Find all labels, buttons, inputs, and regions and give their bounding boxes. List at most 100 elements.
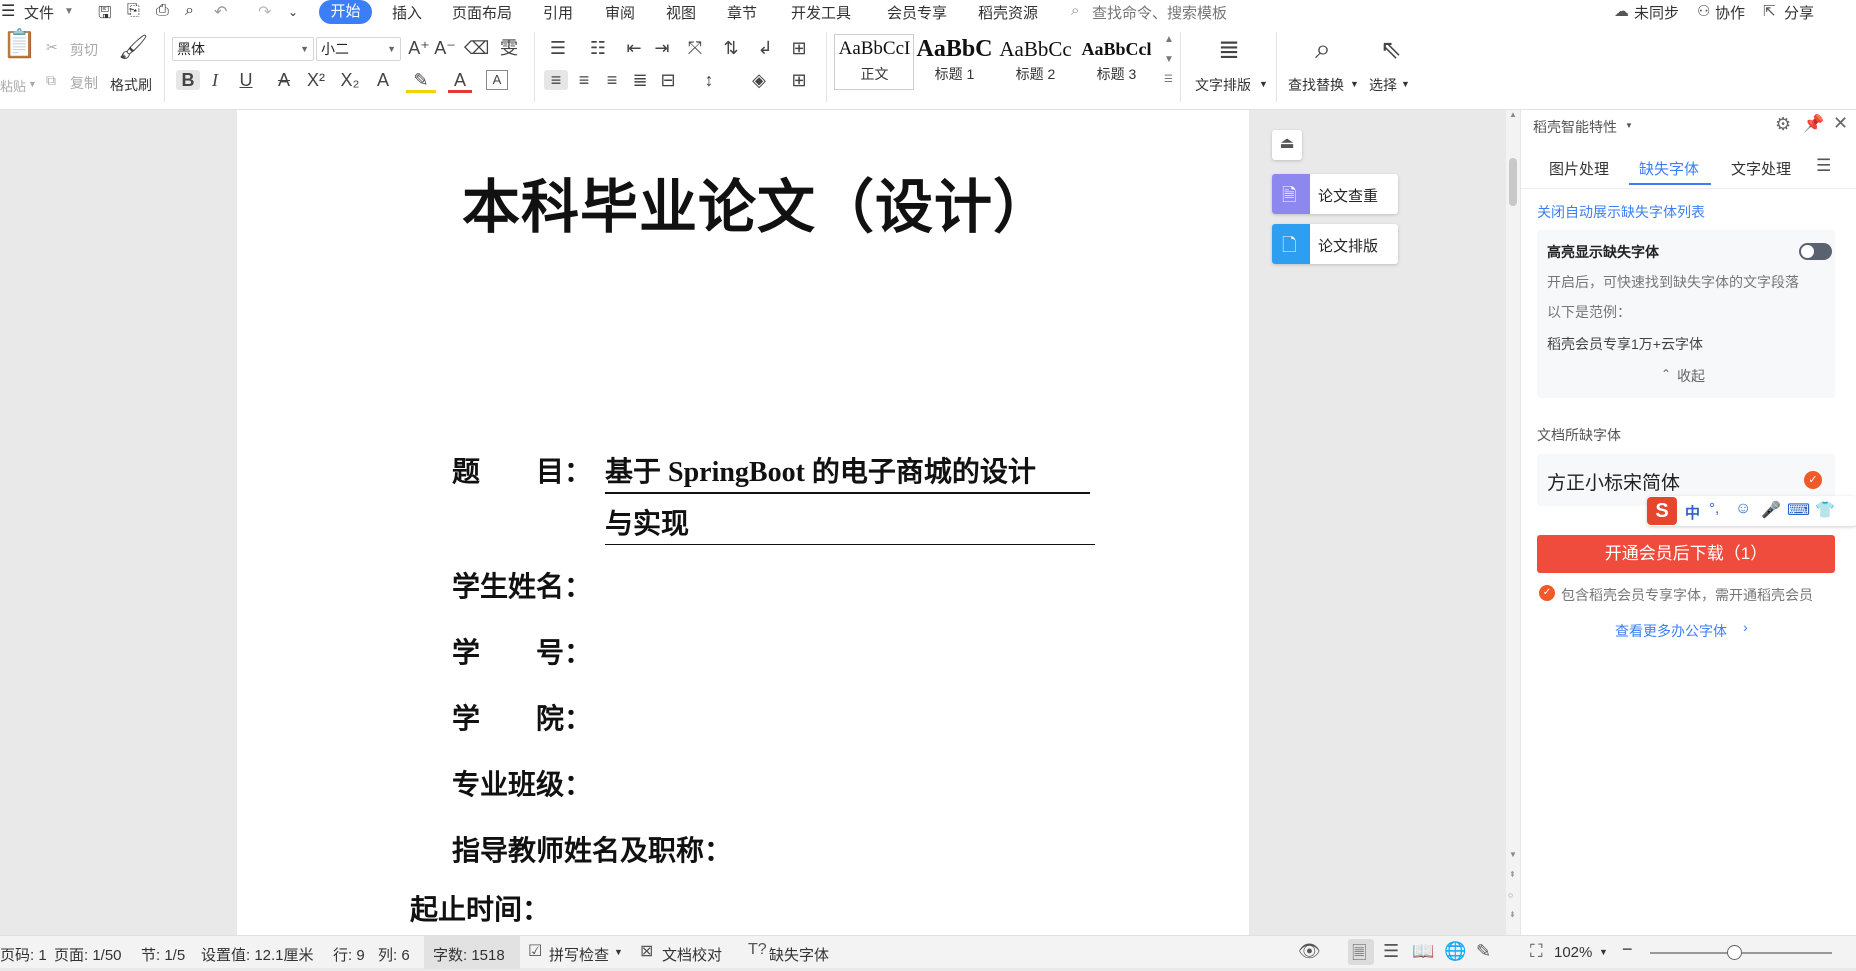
style-heading-2[interactable]: AaBbCc 标题 2: [995, 34, 1076, 90]
tab-stops-icon[interactable]: ⊞: [786, 38, 812, 58]
superscript-icon[interactable]: X²: [302, 70, 330, 90]
text-effect-icon[interactable]: A: [368, 70, 398, 90]
align-right-icon[interactable]: ≡: [600, 70, 624, 90]
missing-fonts-button[interactable]: 缺失字体: [769, 944, 829, 965]
chevron-down-icon[interactable]: ▼: [64, 6, 74, 17]
tab-review[interactable]: 审阅: [605, 2, 635, 23]
italic-icon[interactable]: I: [204, 70, 226, 90]
status-setting-value[interactable]: 设置值: 12.1厘米: [201, 944, 314, 965]
select-button[interactable]: 选择: [1369, 75, 1397, 95]
scroll-up-icon[interactable]: ▲: [1509, 110, 1517, 119]
redo-icon[interactable]: ↷: [258, 2, 271, 22]
sync-status[interactable]: 未同步: [1634, 2, 1679, 23]
doc-proof-button[interactable]: 文档校对: [662, 944, 722, 965]
more-office-fonts-link[interactable]: 查看更多办公字体: [1615, 621, 1727, 641]
align-left-icon[interactable]: ≡: [544, 70, 568, 90]
menu-file[interactable]: 文件: [24, 2, 54, 23]
collaborate-button[interactable]: 协作: [1715, 2, 1745, 23]
zoom-slider-thumb[interactable]: [1727, 945, 1742, 960]
chinese-layout-icon[interactable]: ⤧: [680, 38, 710, 58]
show-marks-icon[interactable]: ↲: [750, 38, 780, 58]
page-view-icon[interactable]: 🗏: [1352, 941, 1366, 971]
tab-page-layout[interactable]: 页面布局: [452, 2, 512, 23]
tab-home[interactable]: 开始: [319, 0, 372, 24]
status-page-code[interactable]: 页码: 1: [0, 944, 47, 965]
font-grow-icon[interactable]: A⁺: [408, 38, 430, 58]
tab-missing-fonts[interactable]: 缺失字体: [1639, 158, 1699, 179]
borders-icon[interactable]: ⊞: [784, 70, 814, 90]
ime-toolbar[interactable]: S 中 °, ☺ 🎤 ⌨ 👕: [1647, 496, 1856, 526]
underline-icon[interactable]: U: [232, 70, 260, 90]
bold-icon[interactable]: B: [176, 70, 200, 90]
font-name-select[interactable]: 黑体 ▼: [172, 37, 314, 61]
tab-member[interactable]: 会员专享: [887, 2, 947, 23]
hamburger-menu-icon[interactable]: ☰: [1, 1, 15, 21]
clear-format-icon[interactable]: ⌫: [464, 38, 489, 58]
shading-icon[interactable]: ◈: [744, 70, 774, 90]
tab-developer[interactable]: 开发工具: [791, 2, 851, 23]
status-word-count[interactable]: 字数: 1518: [433, 944, 505, 965]
decrease-indent-icon[interactable]: ⇤: [622, 38, 646, 58]
download-with-membership-button[interactable]: 开通会员后下载（1）: [1537, 535, 1835, 573]
sogou-ime-icon[interactable]: S: [1647, 497, 1677, 525]
chevron-down-icon[interactable]: ▼: [1599, 947, 1608, 957]
status-column[interactable]: 列: 6: [378, 944, 410, 965]
ime-keyboard-icon[interactable]: ⌨: [1787, 500, 1810, 520]
status-row[interactable]: 行: 9: [333, 944, 365, 965]
chevron-down-icon[interactable]: ▼: [614, 947, 623, 957]
next-page-icon[interactable]: ⇟: [1509, 910, 1516, 919]
collapse-button[interactable]: 收起: [1677, 366, 1705, 386]
ime-skin-icon[interactable]: 👕: [1815, 500, 1835, 520]
tab-insert[interactable]: 插入: [392, 2, 422, 23]
web-view-icon[interactable]: 🌐: [1444, 941, 1466, 962]
spellcheck-button[interactable]: 拼写检查: [549, 944, 609, 965]
distributed-align-icon[interactable]: ⊟: [656, 70, 680, 90]
pinyin-guide-icon[interactable]: 雯: [494, 38, 524, 58]
print-preview-icon[interactable]: ⌕: [185, 2, 194, 20]
highlight-toggle[interactable]: [1799, 243, 1832, 260]
tab-references[interactable]: 引用: [543, 2, 573, 23]
vertical-scrollbar[interactable]: ▲ ▼ ⇞ ○ ⇟: [1506, 110, 1520, 935]
print-icon[interactable]: ⎙: [156, 2, 169, 20]
export-pdf-icon[interactable]: ⎘: [127, 2, 140, 20]
undo-icon[interactable]: ↶: [214, 2, 227, 22]
sort-icon[interactable]: ⇅: [718, 38, 744, 58]
justify-icon[interactable]: ≣: [628, 70, 652, 90]
highlight-icon[interactable]: ✎: [406, 70, 436, 93]
strikethrough-icon[interactable]: A: [270, 70, 298, 90]
status-section[interactable]: 节: 1/5: [141, 944, 185, 965]
command-search-input[interactable]: 查找命令、搜索模板: [1092, 2, 1227, 23]
tab-chapter[interactable]: 章节: [727, 2, 757, 23]
cut-button[interactable]: 剪切: [70, 40, 98, 60]
ime-mode[interactable]: 中: [1685, 502, 1700, 523]
close-auto-show-link[interactable]: 关闭自动展示缺失字体列表: [1537, 202, 1705, 222]
styles-scroll-up-icon[interactable]: ▲: [1164, 34, 1174, 45]
outline-view-icon[interactable]: ☰: [1383, 941, 1399, 962]
settings-gear-icon[interactable]: ⚙: [1775, 114, 1791, 135]
share-button[interactable]: 分享: [1784, 2, 1814, 23]
thesis-layout-button[interactable]: 🗋 论文排版: [1272, 224, 1398, 264]
ime-punctuation-icon[interactable]: °,: [1709, 500, 1719, 517]
bullet-list-icon[interactable]: ☰: [544, 38, 572, 58]
increase-indent-icon[interactable]: ⇥: [650, 38, 674, 58]
tab-view[interactable]: 视图: [666, 2, 696, 23]
customize-toolbar-icon[interactable]: ⌄: [288, 5, 298, 19]
font-color-icon[interactable]: A: [448, 70, 472, 93]
zoom-out-icon[interactable]: −: [1622, 939, 1633, 960]
zoom-level[interactable]: 102%: [1554, 944, 1592, 961]
font-shrink-icon[interactable]: A⁻: [434, 38, 456, 58]
reading-view-icon[interactable]: 📖: [1412, 941, 1434, 962]
char-border-icon[interactable]: A: [486, 70, 508, 90]
copy-button[interactable]: 复制: [70, 73, 98, 93]
scrollbar-thumb[interactable]: [1509, 158, 1517, 206]
more-tabs-icon[interactable]: ☰: [1816, 156, 1831, 176]
line-spacing-icon[interactable]: ↕: [694, 70, 724, 90]
status-page[interactable]: 页面: 1/50: [54, 944, 122, 965]
pin-icon[interactable]: 📌: [1803, 114, 1824, 134]
styles-expand-icon[interactable]: ☰: [1164, 74, 1173, 85]
pen-view-icon[interactable]: ✎: [1476, 941, 1491, 962]
fit-page-icon[interactable]: ⛶: [1530, 941, 1543, 962]
paste-dropdown-icon[interactable]: ▼: [28, 79, 37, 89]
format-painter-button[interactable]: 格式刷: [110, 75, 152, 95]
ime-emoji-icon[interactable]: ☺: [1735, 500, 1751, 518]
